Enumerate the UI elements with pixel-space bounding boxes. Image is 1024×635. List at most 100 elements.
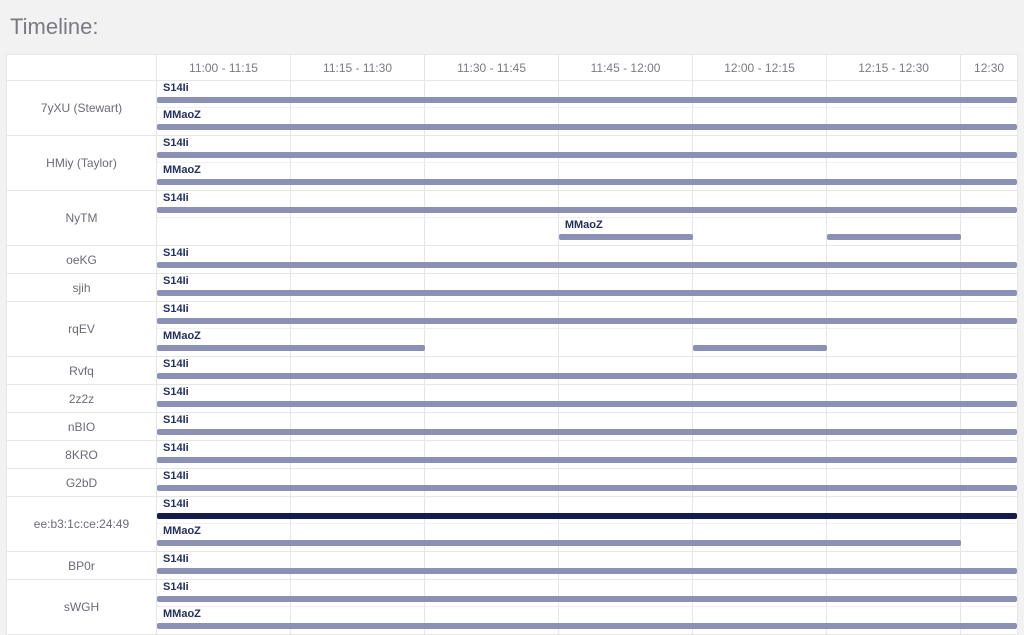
row-label: sWGH bbox=[7, 580, 157, 634]
row-tracks: S14Ii bbox=[157, 413, 1017, 440]
track: S14Ii bbox=[157, 302, 1017, 329]
time-column: 11:15 - 11:30 bbox=[291, 55, 425, 80]
row-tracks: S14Ii bbox=[157, 552, 1017, 579]
track-tag: S14Ii bbox=[163, 470, 189, 482]
track: S14Ii bbox=[157, 274, 1017, 301]
segment-bar bbox=[157, 485, 1017, 491]
track-tag: S14Ii bbox=[163, 137, 189, 149]
track-tag: S14Ii bbox=[163, 303, 189, 315]
track-tag: S14Ii bbox=[163, 275, 189, 287]
timeline-row: G2bDS14Ii bbox=[7, 469, 1017, 497]
timeline-row: 7yXU (Stewart) S14Ii MMaoZ bbox=[7, 81, 1017, 136]
segment-bar bbox=[157, 373, 1017, 379]
timeline-row: BP0rS14Ii bbox=[7, 552, 1017, 580]
track-tag: MMaoZ bbox=[163, 109, 201, 121]
segment-bar bbox=[157, 290, 1017, 296]
track-tag: S14Ii bbox=[163, 358, 189, 370]
track: S14Ii bbox=[157, 497, 1017, 524]
segment-bar bbox=[157, 457, 1017, 463]
segment-bar bbox=[157, 124, 1017, 130]
timeline-row: ee:b3:1c:ce:24:49 S14Ii MMaoZ bbox=[7, 497, 1017, 552]
track-tag: S14Ii bbox=[163, 442, 189, 454]
track: S14Ii bbox=[157, 441, 1017, 468]
row-tracks: S14IiMMaoZ bbox=[157, 580, 1017, 634]
segment-bar bbox=[157, 207, 1017, 213]
row-tracks: S14Ii bbox=[157, 385, 1017, 412]
track-tag: S14Ii bbox=[163, 414, 189, 426]
segment-bar bbox=[157, 345, 425, 351]
row-tracks: S14Ii bbox=[157, 441, 1017, 468]
row-tracks: S14Ii bbox=[157, 274, 1017, 301]
segment-bar bbox=[693, 345, 827, 351]
row-label: sjih bbox=[7, 274, 157, 301]
track-tag: MMaoZ bbox=[163, 608, 201, 620]
row-tracks: S14Ii MMaoZ bbox=[157, 302, 1017, 356]
track: MMaoZ bbox=[157, 329, 1017, 356]
row-label: Rvfq bbox=[7, 357, 157, 384]
row-label: 2z2z bbox=[7, 385, 157, 412]
time-column: 12:00 - 12:15 bbox=[693, 55, 827, 80]
time-column: 11:00 - 11:15 bbox=[157, 55, 291, 80]
time-column: 11:45 - 12:00 bbox=[559, 55, 693, 80]
time-columns: 11:00 - 11:1511:15 - 11:3011:30 - 11:451… bbox=[157, 55, 1017, 80]
row-tracks: S14Ii bbox=[157, 469, 1017, 496]
row-label: NyTM bbox=[7, 191, 157, 245]
row-label: nBIO bbox=[7, 413, 157, 440]
timeline-row: rqEV S14Ii MMaoZ bbox=[7, 302, 1017, 357]
segment-bar bbox=[157, 623, 1017, 629]
track-tag: S14Ii bbox=[163, 82, 189, 94]
time-column: 12:15 - 12:30 bbox=[827, 55, 961, 80]
track: S14Ii bbox=[157, 81, 1017, 108]
segment-bar bbox=[157, 429, 1017, 435]
track-tag: MMaoZ bbox=[163, 330, 201, 342]
time-column: 12:30 bbox=[961, 55, 1017, 80]
track: S14Ii bbox=[157, 580, 1017, 607]
track-tag: MMaoZ bbox=[163, 164, 201, 176]
segment-bar bbox=[157, 152, 1017, 158]
track: S14Ii bbox=[157, 385, 1017, 412]
row-label: 7yXU (Stewart) bbox=[7, 81, 157, 135]
row-tracks: S14Ii bbox=[157, 357, 1017, 384]
row-label-header bbox=[7, 55, 157, 80]
timeline-row: NyTM S14Ii MMaoZ bbox=[7, 191, 1017, 246]
row-label: BP0r bbox=[7, 552, 157, 579]
track-tag: S14Ii bbox=[163, 192, 189, 204]
row-tracks: S14Ii bbox=[157, 246, 1017, 273]
row-tracks: S14Ii MMaoZ bbox=[157, 136, 1017, 190]
track: MMaoZ bbox=[157, 163, 1017, 190]
segment-bar bbox=[157, 513, 1017, 519]
segment-bar bbox=[157, 596, 1017, 602]
track: S14Ii bbox=[157, 469, 1017, 496]
timeline-header: 11:00 - 11:1511:15 - 11:3011:30 - 11:451… bbox=[7, 55, 1017, 81]
track-tag: S14Ii bbox=[163, 498, 189, 510]
page-title: Timeline: bbox=[6, 8, 1018, 54]
track-tag: MMaoZ bbox=[565, 219, 603, 231]
timeline-row: sjih S14Ii bbox=[7, 274, 1017, 302]
timeline-row: 2z2z S14Ii bbox=[7, 385, 1017, 413]
track: S14Ii bbox=[157, 413, 1017, 440]
row-tracks: S14Ii MMaoZ bbox=[157, 81, 1017, 135]
track-tag: S14Ii bbox=[163, 386, 189, 398]
timeline-body: 7yXU (Stewart)S14IiMMaoZHMiy (Taylor)S14… bbox=[7, 81, 1017, 634]
row-label: HMiy (Taylor) bbox=[7, 136, 157, 190]
segment-bar bbox=[157, 540, 961, 546]
segment-bar bbox=[157, 97, 1017, 103]
row-label: 8KRO bbox=[7, 441, 157, 468]
track: MMaoZ bbox=[157, 524, 1017, 551]
row-label: rqEV bbox=[7, 302, 157, 356]
row-tracks: S14Ii MMaoZ bbox=[157, 497, 1017, 551]
timeline: 11:00 - 11:1511:15 - 11:3011:30 - 11:451… bbox=[6, 54, 1018, 635]
segment-bar bbox=[559, 234, 693, 240]
row-tracks: S14Ii MMaoZ bbox=[157, 191, 1017, 245]
track: MMaoZ bbox=[157, 218, 1017, 245]
track: S14Ii bbox=[157, 552, 1017, 579]
time-column: 11:30 - 11:45 bbox=[425, 55, 559, 80]
row-label: ee:b3:1c:ce:24:49 bbox=[7, 497, 157, 551]
track: S14Ii bbox=[157, 357, 1017, 384]
timeline-row: 8KRO S14Ii bbox=[7, 441, 1017, 469]
track-tag: S14Ii bbox=[163, 247, 189, 259]
track: MMaoZ bbox=[157, 108, 1017, 135]
segment-bar bbox=[157, 262, 1017, 268]
row-label: oeKG bbox=[7, 246, 157, 273]
timeline-row: HMiy (Taylor) S14Ii MMaoZ bbox=[7, 136, 1017, 191]
